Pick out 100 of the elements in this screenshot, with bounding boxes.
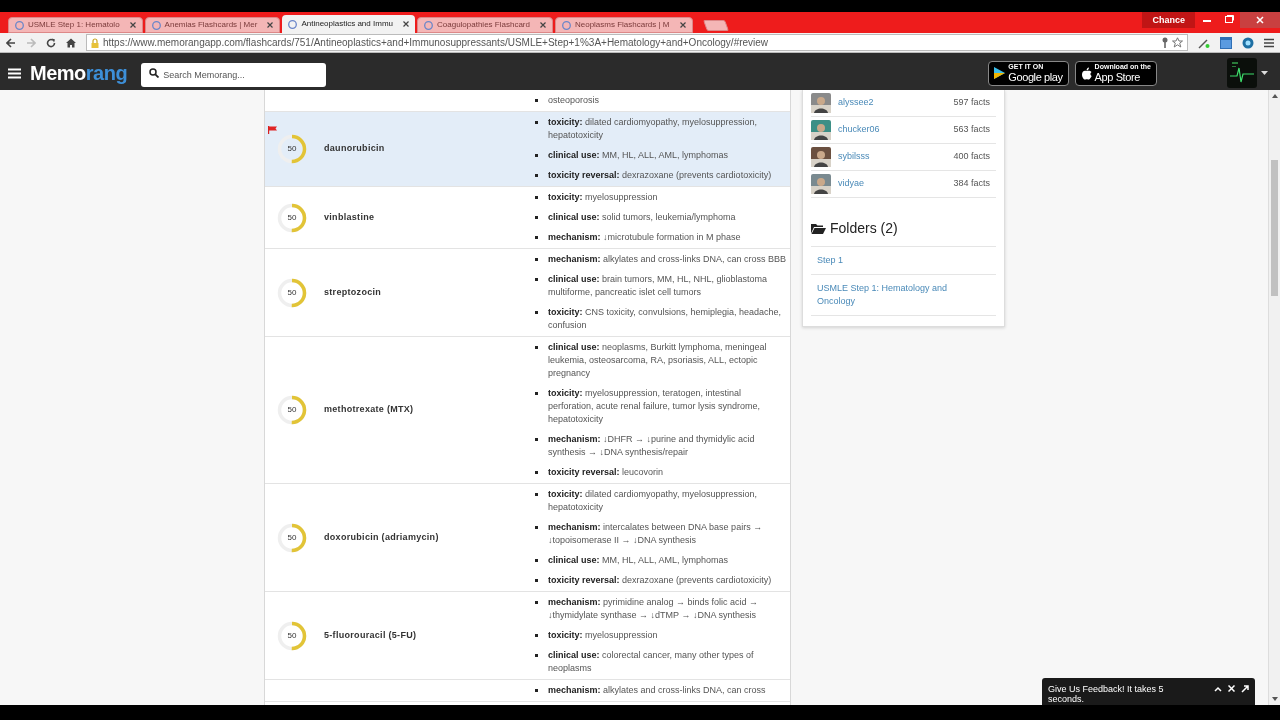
scrollbar-thumb[interactable] — [1271, 160, 1278, 296]
globe-icon — [424, 20, 433, 30]
fact-count: 563 facts — [953, 123, 990, 137]
globe-icon — [15, 20, 24, 30]
bullet-icon — [535, 438, 538, 441]
bullet-icon — [535, 311, 538, 314]
close-icon — [1256, 16, 1264, 24]
expand-icon[interactable] — [1241, 685, 1249, 693]
progress-ring: 50 — [277, 202, 307, 233]
fact-count: 400 facts — [953, 150, 990, 164]
fact-text: toxicity: myelosuppression — [548, 191, 659, 204]
scroll-up-icon[interactable] — [1272, 94, 1278, 98]
progress-ring: 50 — [277, 277, 307, 308]
bullet-icon — [535, 216, 538, 219]
fact-text: toxicity: myelosuppression, teratogen, intestinal perforation, acute renal failure, tumor lysis syndrome, hepatotoxicity — [548, 387, 762, 426]
key-icon[interactable] — [1162, 37, 1168, 48]
fact-text: osteoporosis — [548, 94, 601, 107]
fact-text: clinical use: colorectal cancer, many other types of neoplasms — [548, 649, 755, 675]
progress-ring: 50 — [277, 620, 307, 651]
globe-icon — [561, 20, 571, 30]
star-icon[interactable] — [1172, 37, 1183, 48]
folders-heading: Folders (2) — [830, 219, 898, 238]
minimize-icon[interactable] — [1203, 18, 1211, 22]
bullet-icon — [535, 579, 538, 582]
fact-count: 597 facts — [953, 96, 990, 110]
fact-text: toxicity reversal: leucovorin — [548, 466, 665, 479]
browser-tab[interactable]: Coagulopathies Flashcard — [417, 17, 553, 33]
fact-text: mechanism: ↓microtubule formation in M phase — [548, 231, 742, 244]
feedback-widget[interactable]: Give Us Feedback! It takes 5 seconds. — [1042, 678, 1255, 705]
bullet-icon — [535, 196, 538, 199]
term-text: doxorubicin (adriamycin) — [324, 530, 439, 544]
user-link[interactable]: sybilsss — [838, 150, 870, 164]
url-text: https://www.memorangapp.com/flashcards/751/Antineoplastics+and+Immunosuppressants/USMLE+Step+1%3A+Hematology+and+Oncology/#review — [103, 36, 770, 50]
scroll-down-icon[interactable] — [1272, 697, 1278, 701]
bullet-icon — [535, 526, 538, 529]
bullet-icon — [535, 601, 538, 604]
fact-count: 384 facts — [953, 177, 990, 191]
close-button[interactable] — [1240, 12, 1280, 28]
bullet-icon — [535, 471, 538, 474]
fact-text: mechanism: intercalates between DNA base pairs → ↓topoisomerase II → ↓DNA synthesis — [548, 521, 764, 547]
folder-link[interactable]: Step 1 — [817, 254, 967, 267]
fact-text: mechanism: alkylates and cross-links DNA, can cross BBB — [548, 253, 788, 266]
term-text: streptozocin — [324, 285, 382, 299]
scrollbar[interactable] — [1268, 90, 1280, 705]
bullet-icon — [535, 278, 538, 281]
bullet-icon — [535, 392, 538, 395]
lock-icon — [91, 37, 99, 48]
new-tab-button[interactable] — [702, 20, 729, 31]
flag-icon[interactable] — [268, 126, 277, 134]
caret-icon[interactable] — [1261, 71, 1268, 75]
fact-text: toxicity reversal: dexrazoxane (prevents cardiotoxicity) — [548, 169, 773, 182]
address-bar[interactable]: https://www.memorangapp.com/flashcards/751/Antineoplastics+and+Immunosuppressants/USMLE+Step+1%3A+Hematology+and+Oncology/#review — [86, 34, 1188, 51]
bullet-icon — [535, 121, 538, 124]
bullet-icon — [535, 346, 538, 349]
feedback-text: Give Us Feedback! It takes 5 seconds. — [1048, 684, 1165, 704]
badge-title: App Store — [1094, 71, 1141, 83]
extension-icon[interactable] — [1198, 36, 1210, 49]
home-icon[interactable] — [66, 37, 76, 48]
globe-icon — [288, 19, 298, 29]
fact-text: mechanism: pyrimidine analog → binds folic acid → ↓thymidylate synthase → ↓dTMP → ↓DNA synthesis — [548, 596, 760, 622]
user-link[interactable]: vidyae — [838, 177, 864, 191]
fact-text: mechanism: alkylates and cross-links DNA, can cross — [548, 684, 767, 697]
progress-ring: 50 — [277, 134, 307, 164]
browser-tab[interactable]: Antineoplastics and Immu — [282, 15, 415, 33]
fact-text: clinical use: MM, HL, ALL, AML, lymphomas — [548, 149, 730, 162]
flashcard-row[interactable]: 50 daunorubicin toxicity: dilated cardiomyopathy, myelosuppression, hepatotoxicity clinical use: MM, HL, ALL, AML, lymphomas toxicity reversal: dexrazoxane (prevents cardiotoxicity) — [265, 112, 790, 187]
user-link[interactable]: chucker06 — [838, 123, 880, 137]
bullet-icon — [535, 634, 538, 637]
fact-text: toxicity: myelosuppression — [548, 629, 659, 642]
fact-text: toxicity: dilated cardiomyopathy, myelosuppression, hepatotoxicity — [548, 488, 758, 514]
close-icon[interactable] — [403, 21, 409, 27]
fact-text: toxicity reversal: dexrazoxane (prevents cardiotoxicity) — [548, 574, 773, 587]
bullet-icon — [535, 493, 538, 496]
menu-icon[interactable] — [1264, 37, 1274, 48]
folder-link[interactable]: USMLE Step 1: Hematology and Oncology — [817, 282, 967, 308]
reload-icon[interactable] — [46, 37, 56, 48]
logo[interactable]: Memorang — [30, 63, 128, 83]
back-icon[interactable] — [6, 37, 16, 48]
search-field[interactable]: Search Memorang... — [141, 63, 327, 87]
term-text: methotrexate (MTX) — [324, 403, 414, 417]
bullet-icon — [535, 174, 538, 177]
apple-icon — [1080, 66, 1092, 80]
bullet-icon — [535, 236, 538, 239]
progress-ring: 50 — [277, 395, 307, 425]
fact-text: clinical use: solid tumors, leukemia/lymphoma — [548, 211, 737, 224]
term-text: vinblastine — [324, 210, 375, 224]
bullet-icon — [535, 654, 538, 657]
fact-text: clinical use: brain tumors, MM, HL, NHL, glioblastoma multiforme, pancreatic islet cell tumors — [548, 273, 769, 299]
maximize-icon[interactable] — [1225, 15, 1234, 23]
user-link[interactable]: alyssee2 — [838, 96, 874, 110]
profile-name[interactable]: Chance — [1142, 12, 1195, 28]
term-text: daunorubicin — [324, 142, 385, 156]
bullet-icon — [535, 154, 538, 157]
collapse-icon[interactable] — [1214, 686, 1222, 692]
browser-tab[interactable]: Neoplasms Flashcards | M — [554, 17, 693, 33]
bullet-icon — [535, 258, 538, 261]
browser-tab[interactable]: Anemias Flashcards | Mer — [144, 17, 281, 33]
eye-icon[interactable] — [1242, 36, 1254, 49]
globe-icon — [151, 20, 161, 30]
browser-tab[interactable]: USMLE Step 1: Hematolo — [8, 17, 143, 33]
